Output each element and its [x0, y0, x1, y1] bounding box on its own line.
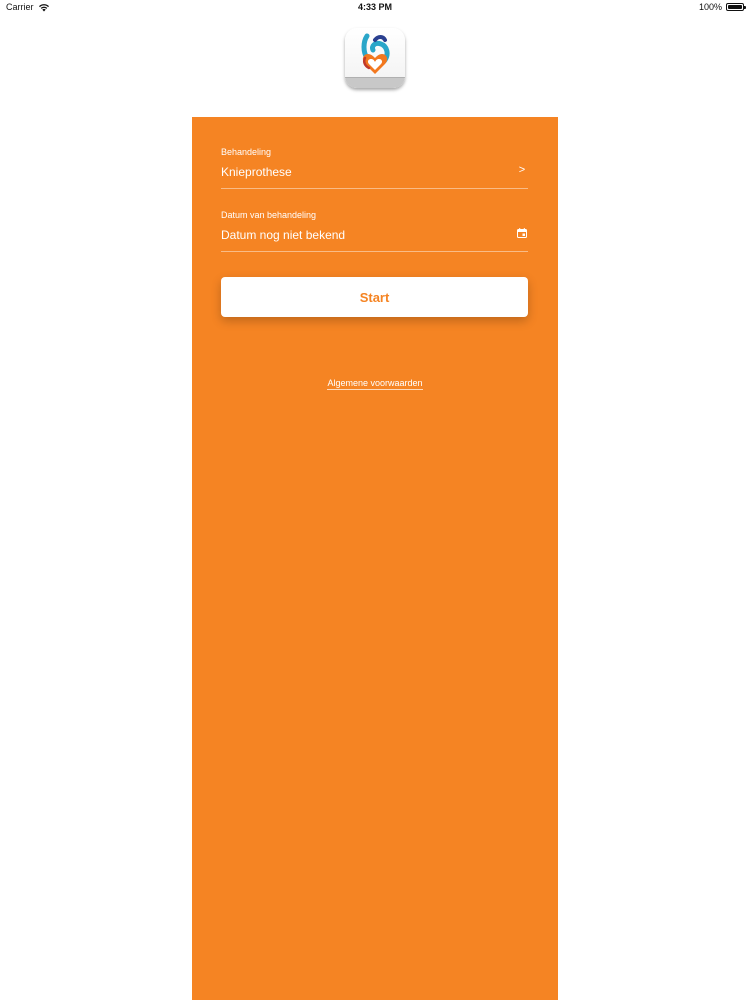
treatment-label: Behandeling [221, 147, 272, 157]
logo-base [345, 77, 405, 88]
form-panel: Behandeling Knieprothese > Datum van beh… [192, 117, 558, 1000]
treatment-field[interactable]: Behandeling Knieprothese > [221, 147, 528, 189]
battery-percentage: 100% [698, 2, 722, 12]
calendar-glyph [517, 228, 527, 238]
treatment-value[interactable]: Knieprothese [221, 165, 292, 179]
battery-icon [726, 3, 746, 11]
chevron-right-icon[interactable]: > [516, 163, 528, 177]
terms-link[interactable]: Algemene voorwaarden [327, 378, 423, 390]
status-bar: Carrier 4:33 PM 100% [0, 0, 750, 16]
treatment-date-value[interactable]: Datum nog niet bekend [221, 228, 345, 242]
status-right: 100% [698, 2, 746, 12]
app-logo-icon [345, 28, 405, 88]
calendar-icon[interactable] [516, 226, 528, 240]
treatment-date-field[interactable]: Datum van behandeling Datum nog niet bek… [221, 210, 528, 252]
status-time: 4:33 PM [357, 2, 392, 12]
logo-mark [361, 33, 390, 74]
start-button[interactable]: Start [221, 277, 528, 317]
terms-link-row: Algemene voorwaarden [192, 378, 558, 390]
treatment-date-label: Datum van behandeling [221, 210, 317, 220]
